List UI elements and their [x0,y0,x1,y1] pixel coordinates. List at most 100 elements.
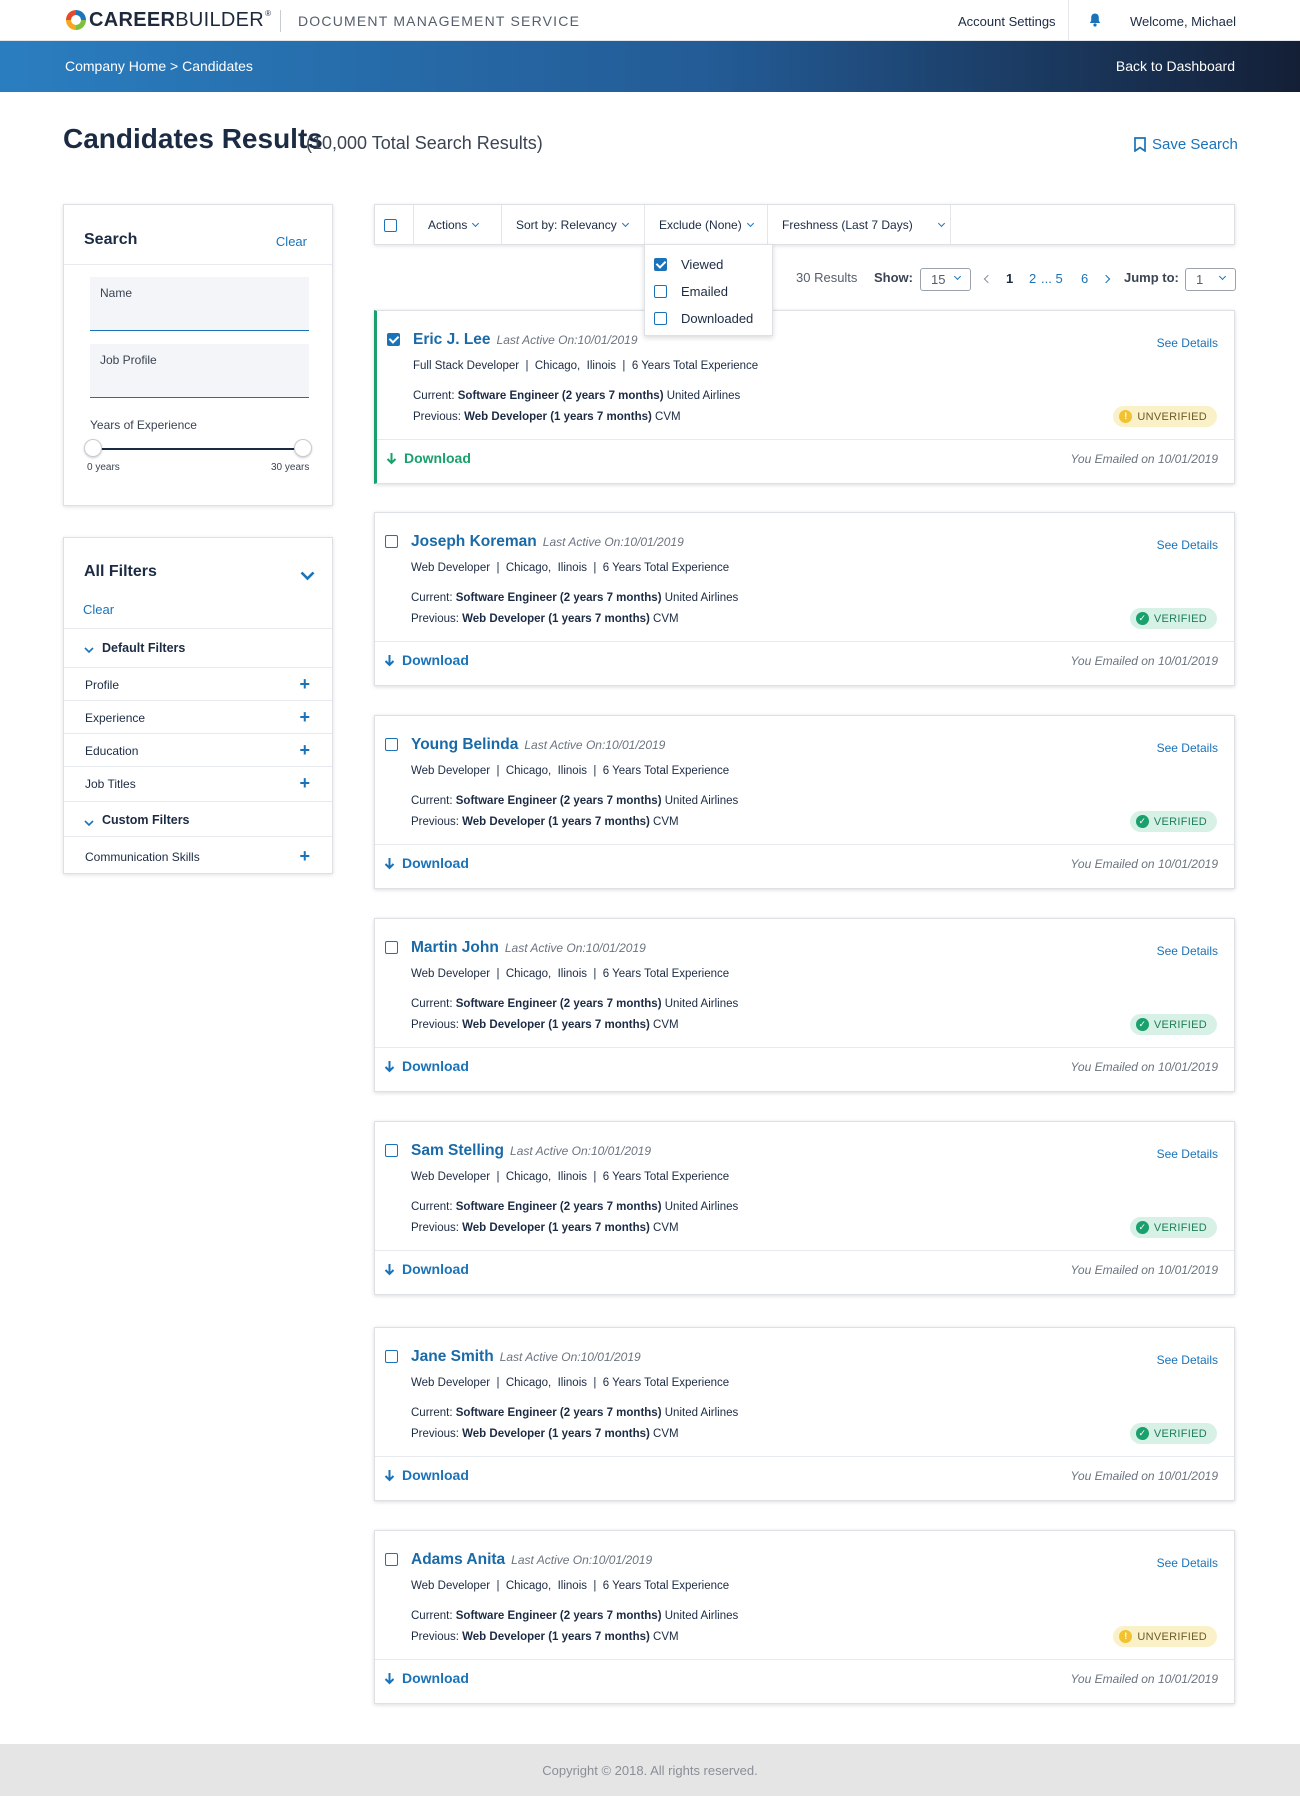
candidate-checkbox[interactable] [385,1350,398,1363]
candidate-checkbox[interactable] [385,1144,398,1157]
download-button[interactable]: Download [384,1058,469,1074]
exclamation-icon: ! [1119,410,1133,423]
check-icon: ✓ [1135,1018,1149,1031]
candidate-name-link[interactable]: Sam Stelling [411,1142,504,1159]
plus-icon[interactable]: + [299,740,310,761]
chevron-down-icon [472,219,480,227]
download-button[interactable]: Download [384,1467,469,1483]
filter-item-job-titles[interactable]: Job Titles + [64,766,332,799]
breadcrumb-bar: Company Home > Candidates Back to Dashbo… [0,41,1300,92]
prev-page-icon[interactable] [983,274,993,284]
see-details-link[interactable]: See Details [1157,1353,1218,1367]
page-5[interactable]: ... 5 [1041,271,1063,286]
emailed-status: You Emailed on 10/01/2019 [1070,857,1218,871]
exclude-option-downloaded[interactable]: Downloaded [654,311,753,326]
filters-clear-button[interactable]: Clear [83,602,114,617]
candidate-summary: Web Developer | Chicago, Ilinois | 6 Yea… [411,1580,730,1592]
candidate-checkbox[interactable] [385,941,398,954]
see-details-link[interactable]: See Details [1157,1147,1218,1161]
plus-icon[interactable]: + [299,773,310,794]
checkbox[interactable] [654,312,667,325]
exclude-dropdown[interactable]: Exclude (None) [644,205,768,244]
verification-status-badge: ✓ VERIFIED [1129,608,1217,629]
download-button[interactable]: Download [384,1261,469,1277]
custom-filters-group[interactable]: Custom Filters [64,801,332,836]
candidate-name-link[interactable]: Eric J. Lee [413,331,491,348]
experience-slider-track[interactable] [94,448,304,450]
back-to-dashboard-link[interactable]: Back to Dashboard [1116,58,1235,74]
candidate-checkbox[interactable] [385,738,398,751]
careerbuilder-logo[interactable]: CAREERBUILDER® [66,9,271,31]
emailed-status: You Emailed on 10/01/2019 [1070,1263,1218,1277]
current-position: Current: Software Engineer (2 years 7 mo… [411,1201,739,1213]
candidate-summary: Web Developer | Chicago, Ilinois | 6 Yea… [411,1377,730,1389]
experience-slider-max-handle[interactable] [294,439,312,457]
page-2[interactable]: 2 [1029,271,1036,286]
candidate-name-link[interactable]: Young Belinda [411,736,518,753]
next-page-icon[interactable] [1101,274,1111,284]
candidate-card: Adams Anita Last Active On:10/01/2019 See … [374,1530,1235,1704]
checkbox[interactable] [654,285,667,298]
save-search-button[interactable]: Save Search [1134,136,1238,153]
plus-icon[interactable]: + [299,707,310,728]
previous-position: Previous: Web Developer (1 years 7 month… [411,1222,679,1234]
plus-icon[interactable]: + [299,674,310,695]
freshness-dropdown[interactable]: Freshness (Last 7 Days) [767,205,951,244]
emailed-status: You Emailed on 10/01/2019 [1070,452,1218,466]
download-button[interactable]: Download [384,652,469,668]
experience-slider-min-handle[interactable] [84,439,102,457]
candidate-checkbox[interactable] [387,333,400,346]
candidate-summary: Web Developer | Chicago, Ilinois | 6 Yea… [411,968,730,980]
download-button[interactable]: Download [386,450,471,466]
top-navbar: CAREERBUILDER® DOCUMENT MANAGEMENT SERVI… [0,0,1300,41]
see-details-link[interactable]: See Details [1157,741,1218,755]
see-details-link[interactable]: See Details [1157,1556,1218,1570]
exclude-option-viewed[interactable]: Viewed [654,257,723,272]
plus-icon[interactable]: + [299,846,310,867]
candidate-name-link[interactable]: Martin John [411,939,499,956]
bell-icon[interactable] [1089,13,1101,32]
emailed-status: You Emailed on 10/01/2019 [1070,1672,1218,1686]
candidate-checkbox[interactable] [385,535,398,548]
filter-item-communication-skills[interactable]: Communication Skills + [64,836,332,874]
see-details-link[interactable]: See Details [1157,538,1218,552]
see-details-link[interactable]: See Details [1157,944,1218,958]
chevron-down-icon [937,219,945,227]
job-profile-input[interactable]: Job Profile [90,344,309,398]
candidate-card: Jane Smith Last Active On:10/01/2019 See D… [374,1327,1235,1501]
jump-to-select[interactable]: 1 [1185,268,1236,291]
candidate-card: Martin John Last Active On:10/01/2019 See … [374,918,1235,1092]
breadcrumb[interactable]: Company Home > Candidates [65,58,253,74]
emailed-status: You Emailed on 10/01/2019 [1070,1469,1218,1483]
exclude-option-emailed[interactable]: Emailed [654,284,728,299]
download-button[interactable]: Download [384,855,469,871]
candidate-checkbox[interactable] [385,1553,398,1566]
name-input[interactable]: Name [90,277,309,331]
filter-item-education[interactable]: Education + [64,733,332,766]
results-toolbar: Actions Sort by: Relevancy Exclude (None… [374,204,1235,245]
page-6[interactable]: 6 [1081,271,1088,286]
jump-to-label: Jump to: [1124,270,1179,285]
search-clear-button[interactable]: Clear [276,234,307,249]
candidate-name-link[interactable]: Adams Anita [411,1551,505,1568]
candidate-name-link[interactable]: Jane Smith [411,1348,494,1365]
default-filters-group[interactable]: Default Filters [64,628,332,667]
current-position: Current: Software Engineer (2 years 7 mo… [411,1407,739,1419]
current-position: Current: Software Engineer (2 years 7 mo… [411,1610,739,1622]
download-button[interactable]: Download [384,1670,469,1686]
filter-item-profile[interactable]: Profile + [64,667,332,700]
account-settings-link[interactable]: Account Settings [958,14,1056,29]
see-details-link[interactable]: See Details [1157,336,1218,350]
page-1[interactable]: 1 [1006,271,1013,286]
chevron-down-icon[interactable] [300,568,315,586]
filter-item-experience[interactable]: Experience + [64,700,332,733]
sort-dropdown[interactable]: Sort by: Relevancy [501,205,646,244]
welcome-user[interactable]: Welcome, Michael [1130,14,1236,29]
select-all-checkbox[interactable] [384,219,397,232]
candidate-name-link[interactable]: Joseph Koreman [411,533,537,550]
candidate-card: Sam Stelling Last Active On:10/01/2019 See… [374,1121,1235,1295]
divider [375,1250,1234,1251]
last-active-date: Last Active On:10/01/2019 [510,1144,652,1158]
page-size-select[interactable]: 15 [920,268,971,291]
checkbox[interactable] [654,258,667,271]
